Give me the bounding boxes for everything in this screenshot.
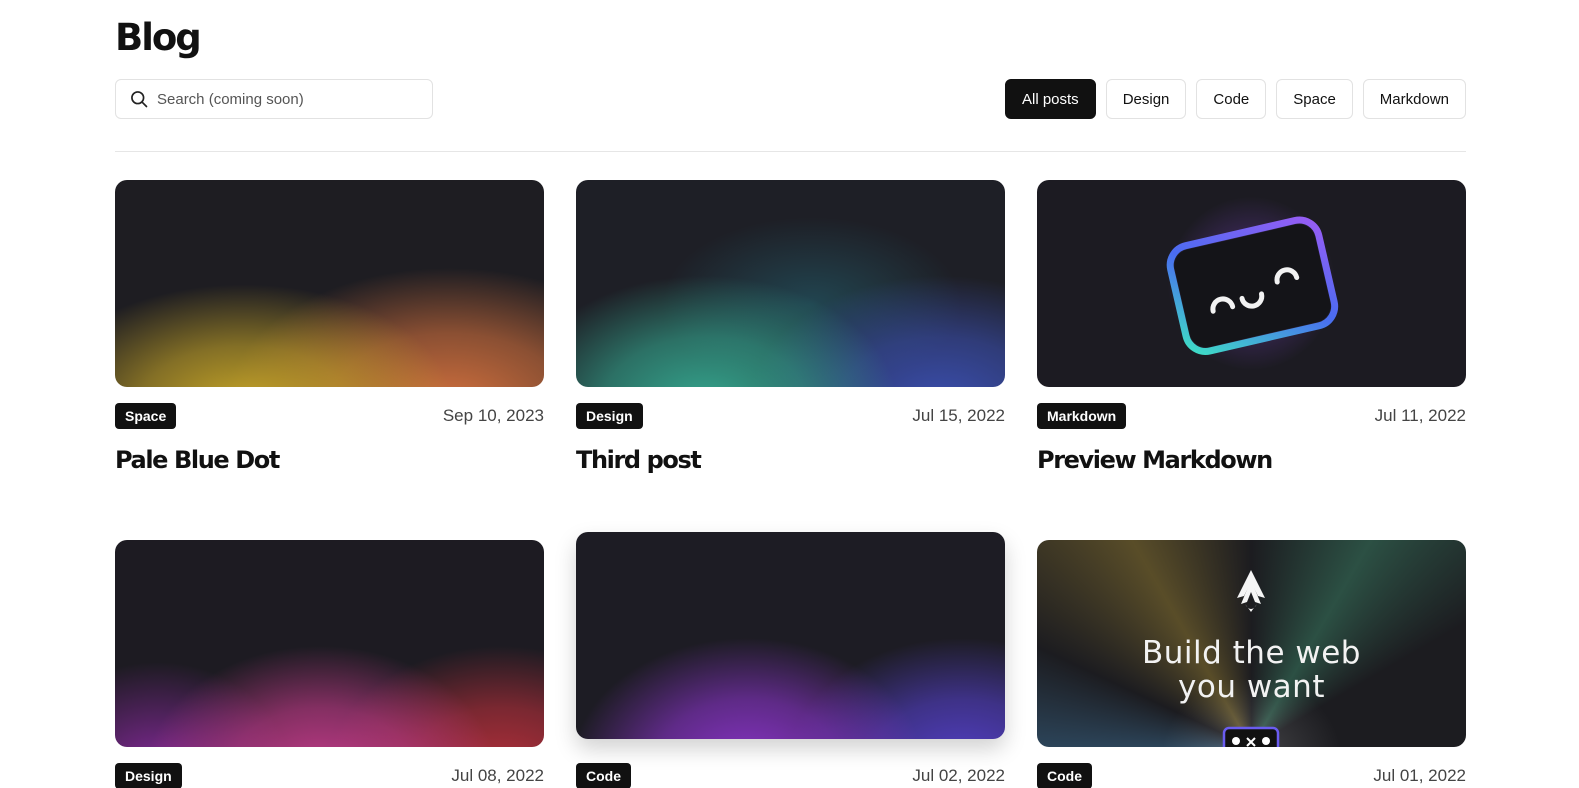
post-date: Jul 02, 2022 [912, 766, 1005, 785]
post-cover-image[interactable] [576, 532, 1005, 739]
post-date: Jul 08, 2022 [451, 766, 544, 785]
post-meta: Markdown Jul 11, 2022 [1037, 403, 1466, 429]
post-tag[interactable]: Design [576, 403, 643, 429]
post-tag[interactable]: Design [115, 763, 182, 788]
smiling-card-illustration [1166, 216, 1339, 355]
post-title[interactable]: Preview Markdown [1037, 446, 1466, 474]
post-meta: Design Jul 15, 2022 [576, 403, 1005, 429]
post-cover-image[interactable] [576, 180, 1005, 387]
post-meta: Code Jul 01, 2022 [1037, 763, 1466, 788]
filter-markdown[interactable]: Markdown [1362, 79, 1466, 119]
post-meta: Space Sep 10, 2023 [115, 403, 544, 429]
post-cover-image[interactable]: Build the web you want [1037, 540, 1466, 747]
page-title: Blog [115, 16, 202, 59]
post-title[interactable]: Pale Blue Dot [115, 446, 544, 474]
post-tag[interactable]: Code [576, 763, 631, 788]
post-card[interactable]: Design Jul 08, 2022 [115, 540, 544, 788]
post-meta: Design Jul 08, 2022 [115, 763, 544, 788]
post-cover-image[interactable] [115, 540, 544, 747]
post-card[interactable]: Build the web you want Code Jul 01, 2022 [1037, 540, 1466, 788]
post-cover-image[interactable] [115, 180, 544, 387]
post-tag[interactable]: Code [1037, 763, 1092, 788]
filter-space[interactable]: Space [1276, 79, 1353, 119]
post-card[interactable]: Code Jul 02, 2022 [576, 532, 1005, 788]
search-input[interactable] [157, 90, 432, 108]
filter-code[interactable]: Code [1196, 79, 1267, 119]
post-tag[interactable]: Markdown [1037, 403, 1127, 429]
divider [115, 151, 1466, 152]
post-title[interactable]: Third post [576, 446, 1005, 474]
post-tag[interactable]: Space [115, 403, 177, 429]
category-filters: All posts Design Code Space Markdown [1004, 79, 1466, 119]
filter-all-posts[interactable]: All posts [1004, 79, 1096, 119]
post-card[interactable]: Design Jul 15, 2022 Third post [576, 180, 1005, 474]
post-date: Sep 10, 2023 [442, 406, 544, 425]
post-date: Jul 11, 2022 [1374, 406, 1466, 425]
filter-design[interactable]: Design [1105, 79, 1187, 119]
search-box[interactable] [115, 79, 433, 119]
post-date: Jul 15, 2022 [912, 406, 1005, 425]
robot-face-icon [1222, 726, 1280, 747]
post-cover-image[interactable] [1037, 180, 1466, 387]
search-icon [131, 91, 148, 108]
post-meta: Code Jul 02, 2022 [576, 763, 1005, 788]
post-date: Jul 01, 2022 [1373, 766, 1466, 785]
post-card[interactable]: Space Sep 10, 2023 Pale Blue Dot [115, 180, 544, 474]
post-card[interactable]: Markdown Jul 11, 2022 Preview Markdown [1037, 180, 1466, 474]
